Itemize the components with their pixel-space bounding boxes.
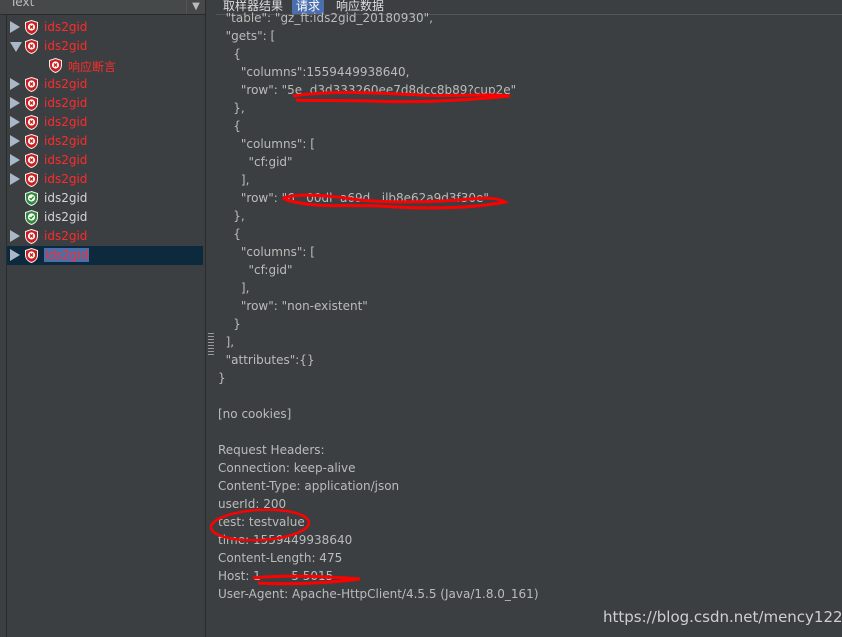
annotation-circle-test-header bbox=[209, 508, 311, 542]
annotation-layer bbox=[209, 90, 511, 586]
redaction-scribble-host bbox=[252, 574, 361, 586]
redaction-scribble-row2 bbox=[281, 193, 510, 210]
watermark: https://blog.csdn.net/mency1224 bbox=[603, 608, 842, 626]
redaction-scribble-row1 bbox=[292, 90, 511, 104]
